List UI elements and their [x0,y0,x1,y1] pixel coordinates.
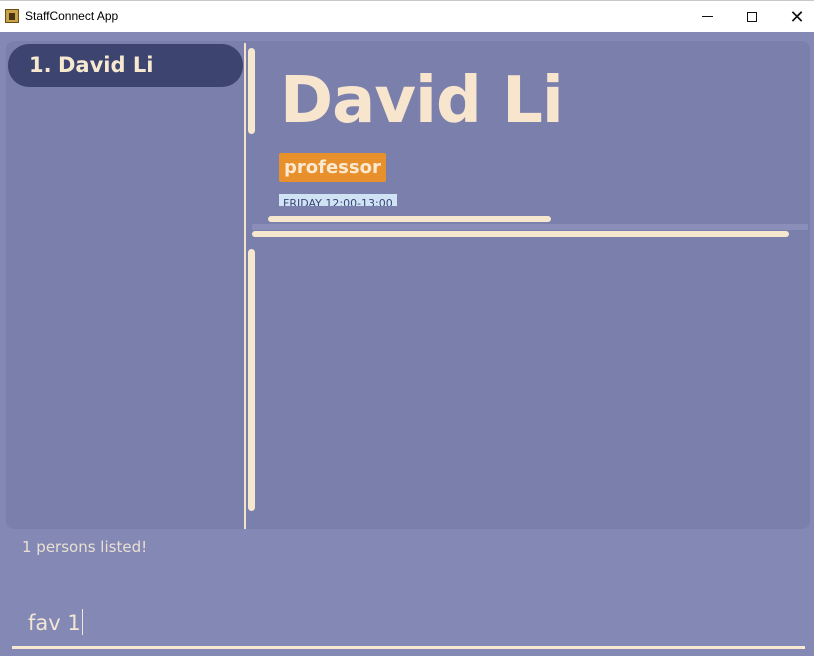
detail-person-name: David Li [280,64,564,138]
lower-vertical-scrollbar[interactable] [248,249,255,511]
app-icon [5,9,19,23]
title-bar: StaffConnect App ✕ [0,0,814,32]
close-button[interactable]: ✕ [774,1,814,32]
text-cursor [81,609,83,635]
command-input[interactable]: fav 1 [28,609,83,635]
detail-vertical-scrollbar[interactable] [248,48,255,134]
close-icon: ✕ [789,6,805,27]
command-input-underline [12,646,805,649]
tag-badge: professor [279,153,386,182]
pane-separator[interactable] [252,224,808,230]
schedule-container: FRIDAY 12:00-13:00 [279,193,415,206]
minimize-button[interactable] [684,1,730,32]
detail-horizontal-scrollbar[interactable] [268,216,551,222]
window-title: StaffConnect App [25,9,119,23]
maximize-icon [747,11,757,22]
schedule-chip: FRIDAY 12:00-13:00 [279,194,397,206]
result-display: 1 persons listed! [22,538,148,556]
person-name: David Li [58,53,154,77]
person-list-item[interactable]: 1. David Li [8,44,243,87]
maximize-button[interactable] [729,1,775,32]
minimize-icon [701,16,713,17]
person-index: 1. [29,53,52,77]
split-pane-divider[interactable] [244,43,246,529]
command-value: fav 1 [28,611,81,635]
lower-horizontal-scrollbar[interactable] [252,231,789,237]
